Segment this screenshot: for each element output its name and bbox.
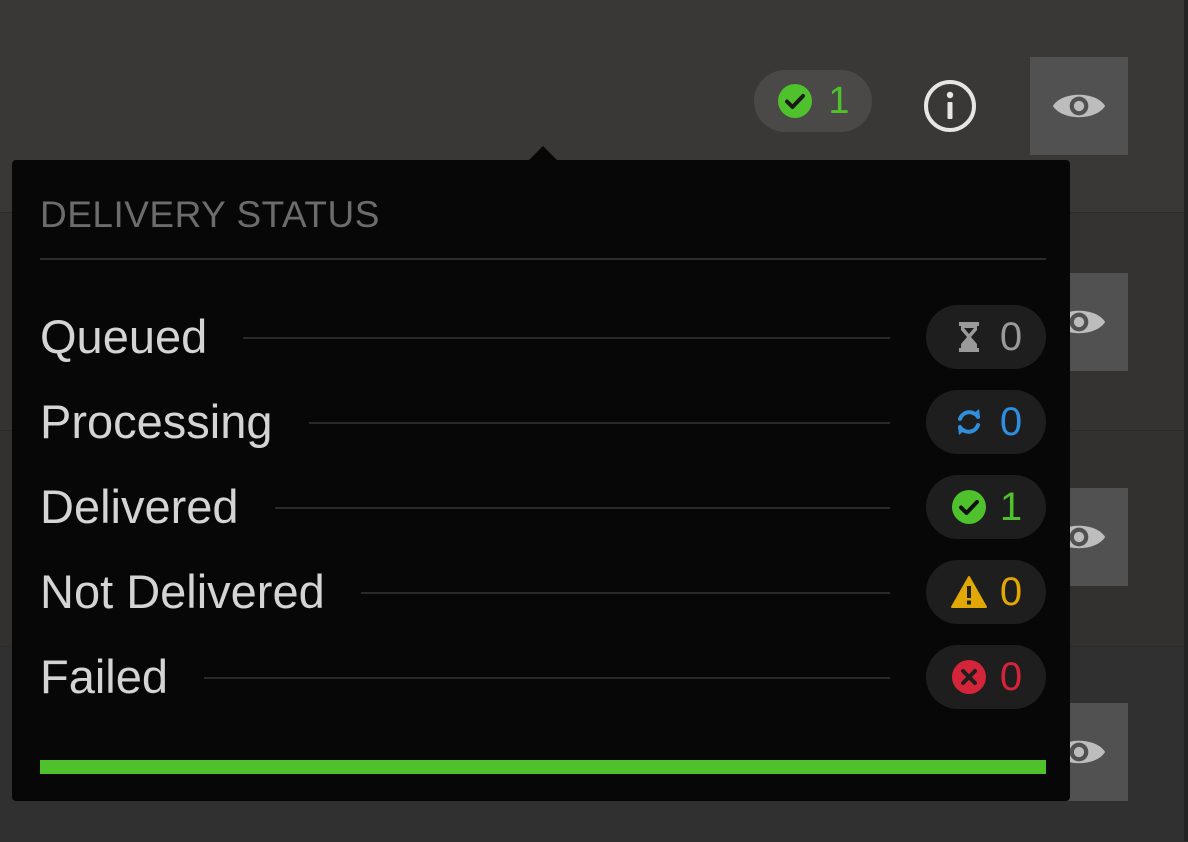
sync-icon [957,409,980,435]
delivery-progress-bar [40,760,1046,774]
status-row-processing: Processing 0 [40,390,1046,454]
check-circle-icon [778,84,813,118]
eye-icon [1052,94,1106,118]
view-button[interactable] [1030,57,1128,155]
status-row-failed: Failed 0 [40,645,1046,709]
status-row-delivered: Delivered 1 [40,475,1046,539]
status-label: Delivered [40,475,275,539]
status-label: Queued [40,305,244,369]
scroll-edge [1184,0,1188,841]
status-count-pill: 0 [926,305,1046,369]
error-circle-icon [951,660,986,694]
status-label: Failed [40,645,205,709]
status-count: 0 [999,314,1023,359]
popover-title: DELIVERY STATUS [40,194,380,235]
popover-arrow [528,146,558,161]
info-button[interactable] [922,78,978,134]
status-count-pill: 1 [926,475,1046,539]
hourglass-icon [958,322,979,352]
status-count: 0 [999,569,1023,614]
delivered-count: 1 [828,79,850,122]
status-row-queued: Queued 0 [40,305,1046,369]
status-count-pill: 0 [926,645,1046,709]
status-count: 0 [999,654,1023,699]
status-row-not-delivered: Not Delivered 0 [40,560,1046,624]
status-label: Not Delivered [40,560,361,624]
warning-icon [950,576,987,608]
status-count-pill: 0 [926,560,1046,624]
divider [40,258,1046,260]
status-count: 1 [999,484,1023,529]
status-label: Processing [40,390,309,454]
delivery-status-badge[interactable]: 1 [754,70,872,132]
status-count: 0 [999,399,1023,444]
status-count-pill: 0 [926,390,1046,454]
check-circle-icon [951,490,986,524]
info-icon [924,80,976,132]
delivery-status-popover: DELIVERY STATUS Queued 0 Processing 0 De… [12,146,1070,801]
